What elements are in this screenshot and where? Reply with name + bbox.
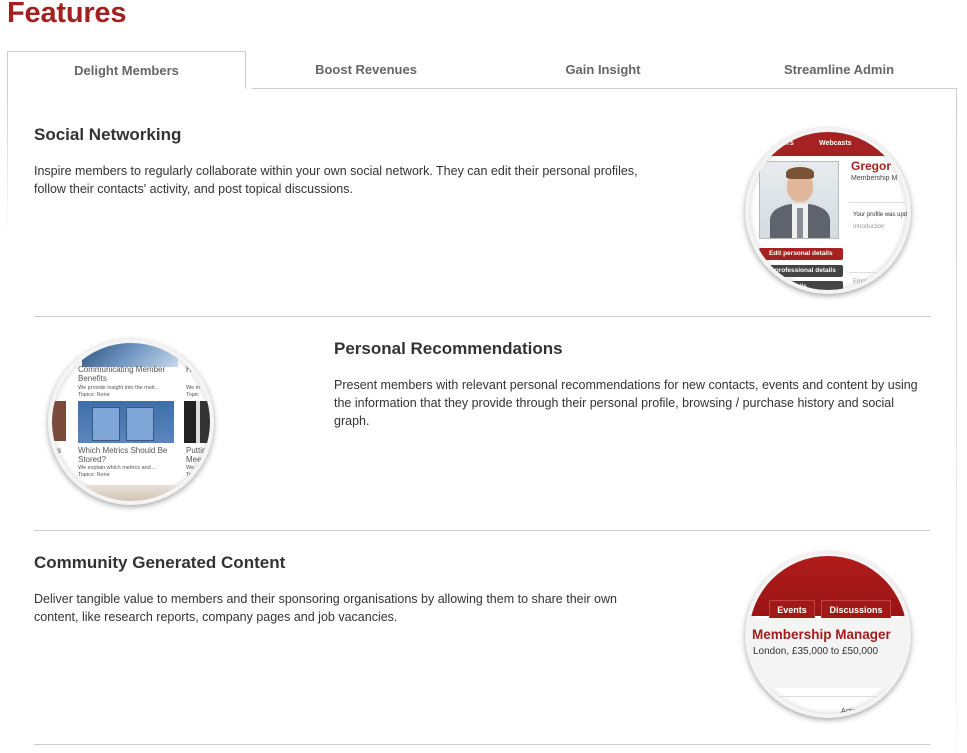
feature-heading-social-networking: Social Networking xyxy=(34,125,182,144)
article-teaser-side: We in xyxy=(186,385,200,391)
edit-professional-details-button: it professional details xyxy=(759,265,843,277)
section-divider xyxy=(34,316,930,317)
feature-tabs: Delight Members Boost Revenues Gain Insi… xyxy=(7,51,957,89)
panel-border-right xyxy=(956,88,957,753)
article-topics: Topics: None xyxy=(78,392,110,398)
article-thumbnail xyxy=(184,343,210,367)
feature-heading-personal-recommendations: Personal Recommendations xyxy=(334,339,563,358)
tab-baseline xyxy=(252,88,957,89)
profile-intro-label: Introduction xyxy=(853,224,885,230)
article-title-which-metrics: Which Metrics Should Be Stored? xyxy=(78,446,168,464)
tab-boost-revenues[interactable]: Boost Revenues xyxy=(248,51,484,89)
article-teaser: We provide insight into the meti... xyxy=(78,385,160,391)
article-title-communicating-member-benefits: Communicating Member Benefits xyxy=(78,365,166,383)
section-divider xyxy=(34,530,930,531)
article-thumbnail xyxy=(82,343,178,367)
feature-heading-community-generated-content: Community Generated Content xyxy=(34,553,286,572)
profile-photo xyxy=(759,161,839,239)
personal-recommendations-screenshot: Communicating Member Benefits We provide… xyxy=(48,339,214,505)
feature-description-community-generated-content: Deliver tangible value to members and th… xyxy=(34,592,617,624)
article-thumbnail xyxy=(52,401,66,441)
feature-description-social-networking: Inspire members to regularly collaborate… xyxy=(34,164,638,196)
profile-nav-tab: bers xyxy=(779,140,794,147)
feature-description-personal-recommendations: Present members with relevant personal r… xyxy=(334,378,918,428)
profile-employment-label: Employ xyxy=(853,279,874,285)
article-title-side: H Me xyxy=(186,365,206,374)
tab-gain-insight[interactable]: Gain Insight xyxy=(485,51,721,89)
profile-name: Gregor xyxy=(851,159,892,173)
article-teaser: We explain which metrics and ... xyxy=(78,465,157,471)
section-divider xyxy=(34,744,930,745)
tab-streamline-admin[interactable]: Streamline Admin xyxy=(721,51,957,89)
job-footer-action: Action S xyxy=(841,708,868,715)
article-topics: Topics: None xyxy=(78,472,110,478)
panel-border-left xyxy=(7,88,8,238)
article-thumbnail xyxy=(78,485,178,501)
job-title: Membership Manager xyxy=(752,627,891,642)
article-topics-side: Topic xyxy=(186,392,199,398)
profile-update-note: Your profile was upd xyxy=(853,212,908,218)
job-footer-label: cation xyxy=(779,708,798,715)
profile-role: Membership M xyxy=(851,175,898,182)
page-title: Features xyxy=(7,0,127,29)
edit-personal-details-button: Edit personal details xyxy=(759,248,843,260)
job-nav-tab-discussions: Discussions xyxy=(821,600,891,618)
tab-delight-members[interactable]: Delight Members xyxy=(7,51,246,89)
article-teaser-side: We pr xyxy=(186,465,201,471)
social-networking-screenshot: bers Webcasts E Gregor Membership M Your… xyxy=(745,128,911,294)
article-topics-side: Topic xyxy=(186,472,199,478)
job-location-salary: London, £35,000 to £50,000 xyxy=(753,646,879,657)
edit-contact-details-button: ntact details xyxy=(759,281,843,290)
community-content-screenshot: Events Discussions Membership Manager Lo… xyxy=(745,552,911,718)
profile-nav-tab: Webcasts xyxy=(819,140,852,147)
job-nav-tab-events: Events xyxy=(769,600,815,618)
article-title-left: ors xyxy=(50,446,62,455)
article-thumbnail-filing-cabinet xyxy=(78,401,174,443)
article-thumbnail-meeting xyxy=(184,401,210,443)
profile-nav-tab: E xyxy=(871,140,876,147)
article-title-side: Puttin Meeti xyxy=(186,446,207,464)
